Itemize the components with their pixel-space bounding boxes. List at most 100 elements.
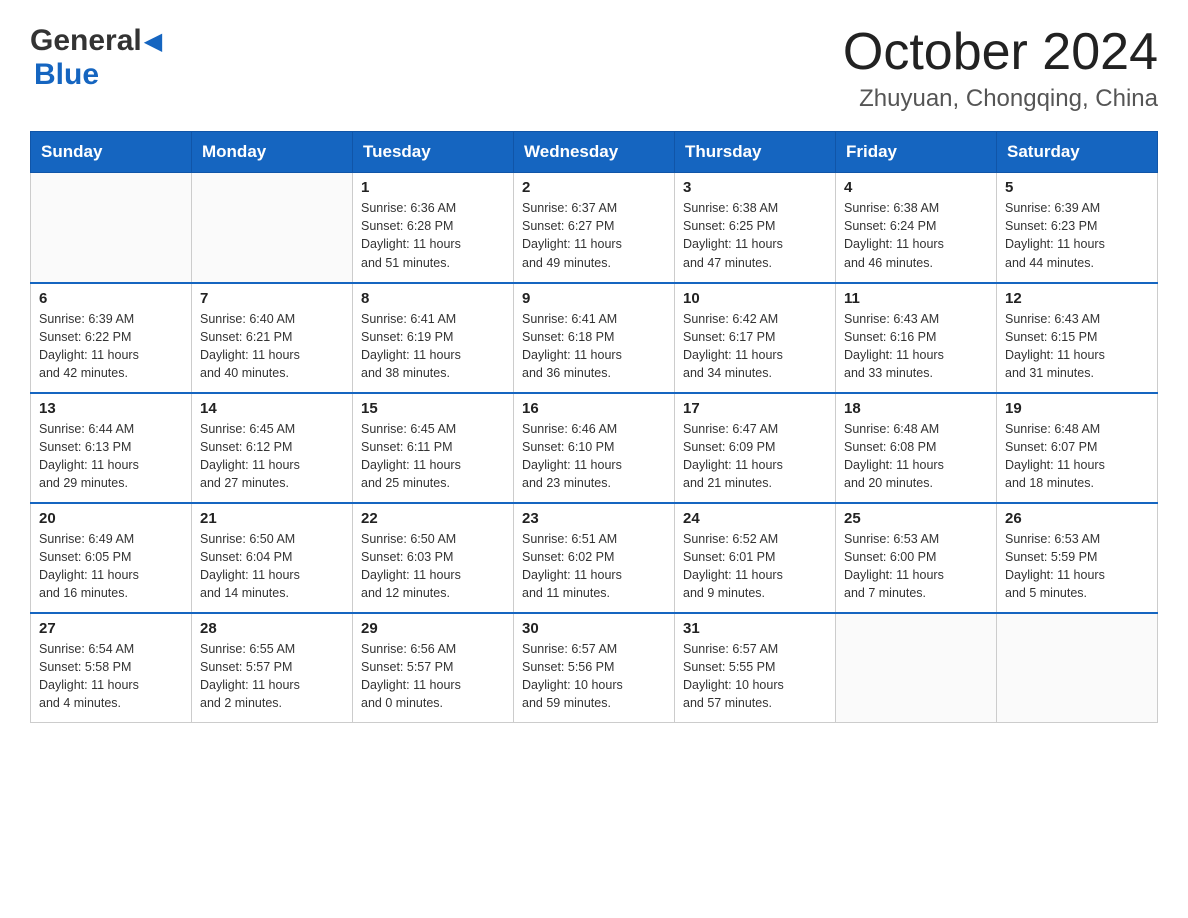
calendar-cell: 27 Sunrise: 6:54 AM Sunset: 5:58 PM Dayli… (31, 613, 192, 723)
calendar-week-row: 20Sunrise: 6:49 AM Sunset: 6:05 PM Dayli… (31, 503, 1158, 613)
day-number: 7 (200, 290, 344, 307)
calendar-cell: 25Sunrise: 6:53 AM Sunset: 6:00 PM Dayli… (836, 503, 997, 613)
day-number: 22 (361, 510, 505, 527)
day-number: 1 (361, 179, 505, 196)
day-number: 6 (39, 290, 183, 307)
calendar-cell: 20Sunrise: 6:49 AM Sunset: 6:05 PM Dayli… (31, 503, 192, 613)
day-info: Sunrise: 6:48 AM Sunset: 6:08 PM Dayligh… (844, 420, 988, 493)
calendar-week-row: 1 Sunrise: 6:36 AM Sunset: 6:28 PM Daylig… (31, 173, 1158, 283)
calendar-cell: 29 Sunrise: 6:56 AM Sunset: 5:57 PM Dayli… (353, 613, 514, 723)
day-info: Sunrise: 6:52 AM Sunset: 6:01 PM Dayligh… (683, 530, 827, 603)
day-number: 24 (683, 510, 827, 527)
calendar-cell (997, 613, 1158, 723)
day-number: 9 (522, 290, 666, 307)
calendar-cell (192, 173, 353, 283)
calendar-cell: 10 Sunrise: 6:42 AM Sunset: 6:17 PM Dayli… (675, 283, 836, 393)
calendar-cell: 28Sunrise: 6:55 AM Sunset: 5:57 PM Dayli… (192, 613, 353, 723)
day-info: Sunrise: 6:57 AM Sunset: 5:56 PM Dayligh… (522, 640, 666, 713)
day-info: Sunrise: 6:43 AM Sunset: 6:15 PM Dayligh… (1005, 310, 1149, 383)
calendar-cell: 11 Sunrise: 6:43 AM Sunset: 6:16 PM Dayli… (836, 283, 997, 393)
day-number: 15 (361, 400, 505, 417)
logo-chevron-icon: ◀ (144, 27, 162, 56)
weekday-header-wednesday: Wednesday (514, 132, 675, 173)
day-info: Sunrise: 6:51 AM Sunset: 6:02 PM Dayligh… (522, 530, 666, 603)
day-info: Sunrise: 6:50 AM Sunset: 6:03 PM Dayligh… (361, 530, 505, 603)
calendar-cell: 5 Sunrise: 6:39 AM Sunset: 6:23 PM Daylig… (997, 173, 1158, 283)
day-number: 29 (361, 620, 505, 637)
day-number: 30 (522, 620, 666, 637)
day-number: 31 (683, 620, 827, 637)
calendar-cell: 12Sunrise: 6:43 AM Sunset: 6:15 PM Dayli… (997, 283, 1158, 393)
weekday-header-sunday: Sunday (31, 132, 192, 173)
day-number: 25 (844, 510, 988, 527)
day-number: 3 (683, 179, 827, 196)
day-info: Sunrise: 6:45 AM Sunset: 6:11 PM Dayligh… (361, 420, 505, 493)
day-number: 10 (683, 290, 827, 307)
calendar-cell: 31 Sunrise: 6:57 AM Sunset: 5:55 PM Dayli… (675, 613, 836, 723)
calendar-header-row: SundayMondayTuesdayWednesdayThursdayFrid… (31, 132, 1158, 173)
calendar-cell: 4 Sunrise: 6:38 AM Sunset: 6:24 PM Daylig… (836, 173, 997, 283)
calendar-week-row: 13 Sunrise: 6:44 AM Sunset: 6:13 PM Dayli… (31, 393, 1158, 503)
logo-blue-text: Blue (34, 58, 99, 91)
logo: General ◀ Blue (30, 24, 162, 92)
calendar-cell: 23Sunrise: 6:51 AM Sunset: 6:02 PM Dayli… (514, 503, 675, 613)
day-info: Sunrise: 6:45 AM Sunset: 6:12 PM Dayligh… (200, 420, 344, 493)
day-number: 19 (1005, 400, 1149, 417)
day-info: Sunrise: 6:46 AM Sunset: 6:10 PM Dayligh… (522, 420, 666, 493)
day-number: 11 (844, 290, 988, 307)
day-info: Sunrise: 6:50 AM Sunset: 6:04 PM Dayligh… (200, 530, 344, 603)
calendar-cell: 16 Sunrise: 6:46 AM Sunset: 6:10 PM Dayli… (514, 393, 675, 503)
day-number: 17 (683, 400, 827, 417)
day-info: Sunrise: 6:48 AM Sunset: 6:07 PM Dayligh… (1005, 420, 1149, 493)
day-info: Sunrise: 6:39 AM Sunset: 6:22 PM Dayligh… (39, 310, 183, 383)
day-number: 27 (39, 620, 183, 637)
day-info: Sunrise: 6:54 AM Sunset: 5:58 PM Dayligh… (39, 640, 183, 713)
day-info: Sunrise: 6:43 AM Sunset: 6:16 PM Dayligh… (844, 310, 988, 383)
day-info: Sunrise: 6:36 AM Sunset: 6:28 PM Dayligh… (361, 199, 505, 272)
day-info: Sunrise: 6:38 AM Sunset: 6:24 PM Dayligh… (844, 199, 988, 272)
calendar-cell: 13 Sunrise: 6:44 AM Sunset: 6:13 PM Dayli… (31, 393, 192, 503)
calendar-cell: 7Sunrise: 6:40 AM Sunset: 6:21 PM Daylig… (192, 283, 353, 393)
page-header: General ◀ Blue October 2024 Zhuyuan, Cho… (30, 24, 1158, 113)
calendar-cell (836, 613, 997, 723)
day-info: Sunrise: 6:47 AM Sunset: 6:09 PM Dayligh… (683, 420, 827, 493)
calendar-cell: 21 Sunrise: 6:50 AM Sunset: 6:04 PM Dayli… (192, 503, 353, 613)
logo-general-text: General (30, 24, 142, 58)
calendar-cell: 17 Sunrise: 6:47 AM Sunset: 6:09 PM Dayli… (675, 393, 836, 503)
calendar-cell: 30 Sunrise: 6:57 AM Sunset: 5:56 PM Dayli… (514, 613, 675, 723)
day-info: Sunrise: 6:39 AM Sunset: 6:23 PM Dayligh… (1005, 199, 1149, 272)
day-info: Sunrise: 6:44 AM Sunset: 6:13 PM Dayligh… (39, 420, 183, 493)
day-number: 26 (1005, 510, 1149, 527)
day-number: 16 (522, 400, 666, 417)
day-number: 2 (522, 179, 666, 196)
calendar-week-row: 27 Sunrise: 6:54 AM Sunset: 5:58 PM Dayli… (31, 613, 1158, 723)
day-info: Sunrise: 6:49 AM Sunset: 6:05 PM Dayligh… (39, 530, 183, 603)
day-number: 13 (39, 400, 183, 417)
day-info: Sunrise: 6:56 AM Sunset: 5:57 PM Dayligh… (361, 640, 505, 713)
day-number: 21 (200, 510, 344, 527)
day-info: Sunrise: 6:37 AM Sunset: 6:27 PM Dayligh… (522, 199, 666, 272)
calendar-cell: 19 Sunrise: 6:48 AM Sunset: 6:07 PM Dayli… (997, 393, 1158, 503)
location-title: Zhuyuan, Chongqing, China (843, 85, 1158, 113)
calendar-cell (31, 173, 192, 283)
calendar-cell: 2 Sunrise: 6:37 AM Sunset: 6:27 PM Daylig… (514, 173, 675, 283)
day-info: Sunrise: 6:42 AM Sunset: 6:17 PM Dayligh… (683, 310, 827, 383)
month-title: October 2024 (843, 24, 1158, 81)
calendar-cell: 22 Sunrise: 6:50 AM Sunset: 6:03 PM Dayli… (353, 503, 514, 613)
weekday-header-saturday: Saturday (997, 132, 1158, 173)
calendar-table: SundayMondayTuesdayWednesdayThursdayFrid… (30, 131, 1158, 723)
day-info: Sunrise: 6:41 AM Sunset: 6:19 PM Dayligh… (361, 310, 505, 383)
day-info: Sunrise: 6:41 AM Sunset: 6:18 PM Dayligh… (522, 310, 666, 383)
calendar-cell: 26Sunrise: 6:53 AM Sunset: 5:59 PM Dayli… (997, 503, 1158, 613)
weekday-header-monday: Monday (192, 132, 353, 173)
day-number: 4 (844, 179, 988, 196)
weekday-header-thursday: Thursday (675, 132, 836, 173)
day-number: 18 (844, 400, 988, 417)
day-info: Sunrise: 6:38 AM Sunset: 6:25 PM Dayligh… (683, 199, 827, 272)
calendar-cell: 18 Sunrise: 6:48 AM Sunset: 6:08 PM Dayli… (836, 393, 997, 503)
day-number: 5 (1005, 179, 1149, 196)
day-info: Sunrise: 6:57 AM Sunset: 5:55 PM Dayligh… (683, 640, 827, 713)
calendar-cell: 24 Sunrise: 6:52 AM Sunset: 6:01 PM Dayli… (675, 503, 836, 613)
weekday-header-tuesday: Tuesday (353, 132, 514, 173)
calendar-cell: 9 Sunrise: 6:41 AM Sunset: 6:18 PM Daylig… (514, 283, 675, 393)
